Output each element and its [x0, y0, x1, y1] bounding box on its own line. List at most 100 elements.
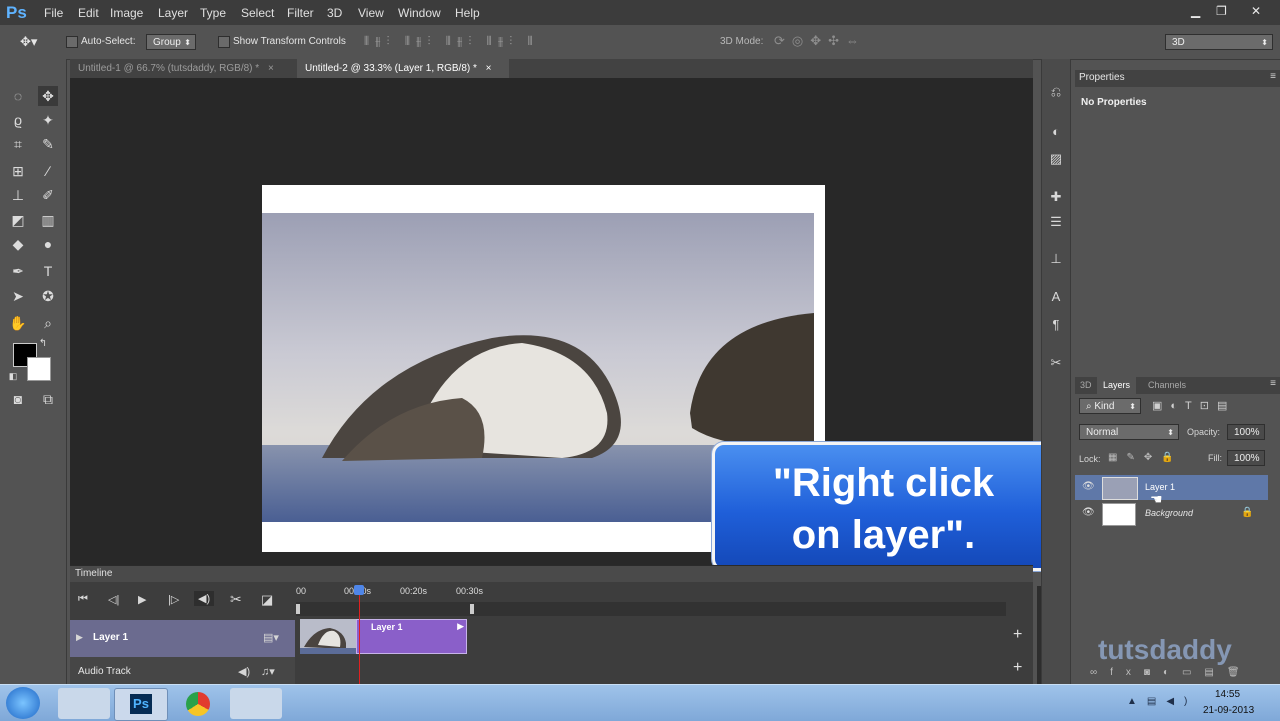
tab-untitled-2[interactable]: Untitled-2 @ 33.3% (Layer 1, RGB/8) * × — [297, 59, 509, 78]
auto-select-dropdown[interactable]: Group ⬍ — [146, 34, 196, 50]
work-area-end-handle[interactable] — [470, 604, 474, 614]
next-frame-icon[interactable]: |▷ — [168, 593, 179, 606]
panel-menu-icon[interactable]: ≡ — [1270, 71, 1276, 82]
folder-taskbar-icon[interactable] — [230, 688, 282, 719]
zoom-tool-icon[interactable]: ⌕ — [38, 313, 58, 333]
audio-options-icon[interactable]: ♫▾ — [261, 665, 275, 678]
path-selection-icon[interactable]: ➤ — [8, 286, 28, 306]
move-tool-icon[interactable]: ✥ — [38, 86, 58, 106]
track-options-icon[interactable]: ▤▾ — [263, 631, 279, 644]
expand-track-icon[interactable]: ▶ — [76, 632, 83, 643]
explorer-taskbar-icon[interactable] — [58, 688, 110, 719]
restore-icon[interactable]: ❐ — [1216, 4, 1227, 18]
system-tray-icons[interactable]: ▲▤◀) — [1127, 696, 1197, 707]
paragraph-panel-icon[interactable]: ¶ — [1048, 317, 1064, 333]
menu-file[interactable]: File — [44, 6, 63, 20]
crop-tool-icon[interactable]: ⌗ — [8, 134, 28, 154]
paths-panel-icon[interactable]: ⊥ — [1048, 251, 1064, 267]
marquee-tool-icon[interactable]: ◌ — [8, 86, 28, 106]
layer-row-background[interactable]: 👁 Background 🔒 — [1075, 501, 1268, 526]
clip-end-icon[interactable]: ▶ — [457, 621, 464, 632]
background-color-swatch[interactable] — [27, 357, 51, 381]
blur-tool-icon[interactable]: ◆ — [8, 234, 28, 254]
healing-brush-icon[interactable]: ⊞ — [8, 161, 28, 181]
menu-filter[interactable]: Filter — [287, 6, 314, 20]
start-button-icon[interactable] — [6, 687, 40, 719]
tab-channels[interactable]: Channels — [1148, 380, 1186, 390]
swap-colors-icon[interactable]: ↰ — [36, 337, 50, 351]
visibility-eye-icon[interactable]: 👁 — [1082, 481, 1095, 492]
move-tool-icon[interactable]: ✥▾ — [20, 34, 37, 50]
type-tool-icon[interactable]: T — [38, 261, 58, 281]
menu-layer[interactable]: Layer — [158, 6, 188, 20]
lock-icons[interactable]: ▦✎✥🔒 — [1108, 452, 1183, 463]
tab-layers[interactable]: Layers — [1097, 377, 1137, 394]
eyedropper-icon[interactable]: ✎ — [38, 134, 58, 154]
magic-wand-icon[interactable]: ✦ — [38, 110, 58, 130]
menu-3d[interactable]: 3D — [327, 6, 342, 20]
visibility-eye-icon[interactable]: 👁 — [1082, 507, 1095, 518]
swatches-panel-icon[interactable]: ▨ — [1048, 151, 1064, 167]
layer-filter-dropdown[interactable]: ⌕ Kind ⬍ — [1079, 398, 1141, 414]
hand-tool-icon[interactable]: ✋ — [8, 313, 28, 333]
fill-input[interactable]: 100% — [1227, 450, 1265, 466]
audio-mute-icon[interactable]: ◀) — [238, 665, 250, 678]
menu-window[interactable]: Window — [398, 6, 441, 20]
history-brush-icon[interactable]: ✐ — [38, 185, 58, 205]
brush-panel-icon[interactable]: ✚ — [1048, 189, 1064, 205]
default-colors-icon[interactable]: ◧ — [6, 369, 20, 383]
chrome-taskbar-icon[interactable] — [172, 688, 224, 719]
opacity-input[interactable]: 100% — [1227, 424, 1265, 440]
lasso-tool-icon[interactable]: ϱ — [8, 110, 28, 130]
color-panel-icon[interactable]: ◐ — [1048, 124, 1064, 140]
play-icon[interactable]: ▶ — [138, 593, 146, 606]
mute-audio-icon[interactable]: ◀) — [194, 591, 215, 606]
audio-track-header[interactable]: Audio Track ◀) ♫▾ — [70, 657, 295, 685]
history-panel-icon[interactable]: ⎌ — [1048, 84, 1064, 100]
align-icons[interactable]: ⫴⫵⫶ ⫴⫵⫶ ⫴⫵⫶ ⫴⫵⫶ ⫴ — [364, 34, 539, 49]
screen-mode-icon[interactable]: ⧉ — [38, 389, 58, 409]
gradient-tool-icon[interactable]: ▥ — [38, 210, 58, 230]
previous-frame-icon[interactable]: ◁| — [108, 593, 119, 606]
clone-stamp-icon[interactable]: ⊥ — [8, 185, 28, 205]
menu-select[interactable]: Select — [241, 6, 274, 20]
playhead-handle[interactable] — [354, 585, 364, 595]
layer-track-header[interactable]: ▶ Layer 1 ▤▾ — [70, 620, 295, 657]
adjustments-panel-icon[interactable]: ☰ — [1048, 214, 1064, 230]
layer-clip[interactable]: Layer 1 ▶ — [356, 619, 467, 654]
blend-mode-dropdown[interactable]: Normal ⬍ — [1079, 424, 1179, 440]
tab-3d[interactable]: 3D — [1080, 380, 1092, 390]
work-area-start-handle[interactable] — [296, 604, 300, 614]
menu-type[interactable]: Type — [200, 6, 226, 20]
menu-edit[interactable]: Edit — [78, 6, 99, 20]
quick-mask-icon[interactable]: ◙ — [8, 389, 28, 409]
layer-bottom-icons[interactable]: ∞fx◙◐▭▤🗑 — [1090, 667, 1253, 678]
pen-tool-icon[interactable]: ✒ — [8, 261, 28, 281]
menu-image[interactable]: Image — [110, 6, 143, 20]
menu-view[interactable]: View — [358, 6, 384, 20]
dodge-tool-icon[interactable]: ● — [38, 234, 58, 254]
split-scissors-icon[interactable]: ✂ — [230, 591, 242, 608]
panel-menu-icon[interactable]: ≡ — [1270, 378, 1276, 389]
add-audio-icon[interactable]: + — [1013, 659, 1022, 677]
layer-filter-icons[interactable]: ▣◐T⊡▤ — [1152, 399, 1235, 412]
photoshop-taskbar-icon[interactable]: Ps — [114, 688, 168, 721]
workspace-dropdown[interactable]: 3D ⬍ — [1165, 34, 1273, 50]
go-to-first-frame-icon[interactable]: ⏮ — [78, 593, 88, 606]
tab-untitled-1[interactable]: Untitled-1 @ 66.7% (tutsdaddy, RGB/8) * … — [70, 59, 297, 78]
character-panel-icon[interactable]: A — [1048, 289, 1064, 305]
menu-help[interactable]: Help — [455, 6, 480, 20]
add-media-icon[interactable]: + — [1013, 626, 1022, 644]
shape-tool-icon[interactable]: ✪ — [38, 286, 58, 306]
tool-presets-icon[interactable]: ✂ — [1048, 355, 1064, 371]
show-transform-checkbox[interactable] — [218, 36, 230, 48]
close-tab-icon[interactable]: × — [268, 63, 274, 74]
eraser-tool-icon[interactable]: ◩ — [8, 210, 28, 230]
brush-tool-icon[interactable]: ∕ — [38, 161, 58, 181]
auto-select-checkbox[interactable] — [66, 36, 78, 48]
close-tab-icon[interactable]: × — [486, 63, 492, 74]
transition-icon[interactable]: ◪ — [261, 592, 273, 608]
close-window-icon[interactable]: ✕ — [1251, 4, 1261, 18]
3d-mode-icons[interactable]: ⟳◎✥✣⇔ — [774, 33, 866, 49]
work-area-bar[interactable] — [296, 602, 1006, 616]
